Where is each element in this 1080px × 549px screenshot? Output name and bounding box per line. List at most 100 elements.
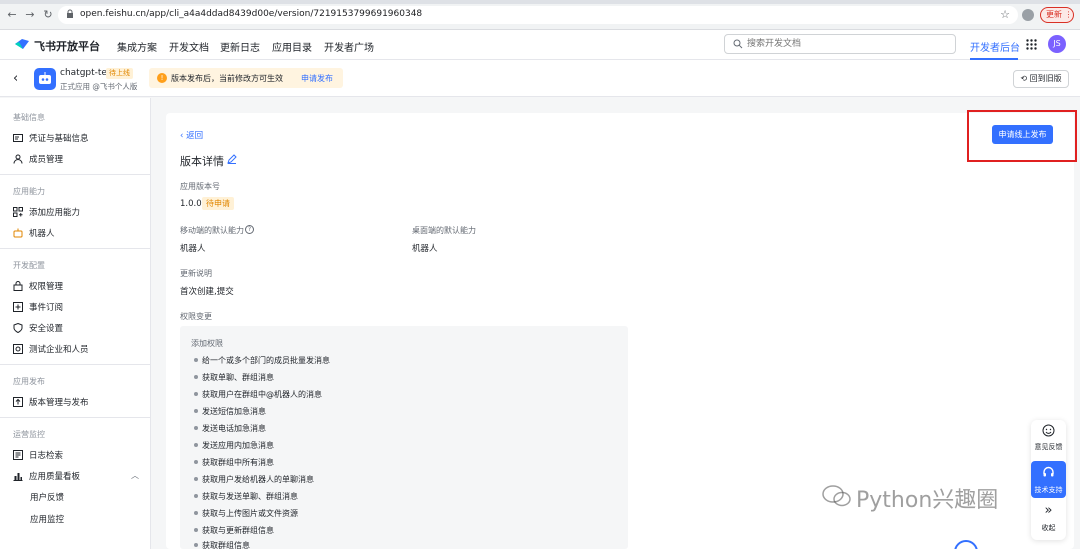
shield-icon — [13, 323, 23, 333]
back-arrow-icon[interactable]: ‹ — [13, 71, 18, 86]
desktop-capability-label: 桌面端的默认能力 — [412, 226, 476, 235]
forward-icon[interactable]: → — [24, 9, 36, 21]
release-notes-label: 更新说明 — [180, 269, 212, 278]
divider — [0, 417, 151, 418]
version-value: 1.0.0 — [180, 199, 202, 209]
apply-publish-link[interactable]: 申请发布 — [301, 73, 333, 84]
app-robot-icon — [34, 68, 56, 90]
back-link-label: 返回 — [186, 131, 204, 141]
browser-chrome: ← → ↻ open.feishu.cn/app/cli_a4a4ddad843… — [0, 0, 1080, 30]
sidebar-item-label: 安全设置 — [29, 324, 64, 334]
user-icon — [13, 154, 23, 164]
update-button[interactable]: 更新 ⋮ — [1040, 7, 1074, 23]
nav-developer-square[interactable]: 开发者广场 — [324, 39, 374, 54]
nav-docs[interactable]: 开发文档 — [169, 39, 209, 54]
permission-text: 获取用户发给机器人的单聊消息 — [202, 475, 314, 484]
search-input[interactable] — [747, 37, 947, 51]
added-permissions-title: 添加权限 — [191, 339, 223, 348]
highlight-annotation-box — [967, 110, 1077, 162]
nav-solutions[interactable]: 集成方案 — [117, 39, 157, 54]
sidebar-group-dev-config: 开发配置 — [13, 261, 45, 270]
sidebar-group-capabilities: 应用能力 — [13, 187, 45, 196]
publish-notice: ! 版本发布后，当前修改方可生效 申请发布 — [149, 68, 343, 88]
list-item: 获取单聊、群组消息 — [194, 372, 274, 383]
sidebar-group-ops: 运营监控 — [13, 430, 45, 439]
sidebar-subitem-monitoring[interactable]: 应用监控 — [30, 513, 64, 525]
event-icon — [13, 302, 23, 312]
chevron-up-icon[interactable]: ︿ — [131, 470, 139, 481]
feedback-button[interactable]: 意见反馈 — [1031, 442, 1066, 452]
version-label: 应用版本号 — [180, 182, 220, 191]
page-title: 版本详情 — [180, 155, 224, 168]
watermark-text: Python兴趣圈 — [856, 488, 999, 513]
list-item: 获取用户发给机器人的单聊消息 — [194, 474, 314, 485]
status-badge: 待上线 — [106, 68, 133, 79]
list-item: 获取与上传图片或文件资源 — [194, 508, 298, 519]
tab-strip — [0, 0, 1080, 4]
smile-icon — [1042, 424, 1055, 437]
permission-text: 获取群组信息 — [202, 541, 250, 549]
collapse-button[interactable]: 收起 — [1031, 523, 1066, 533]
old-version-label: 回到旧版 — [1029, 74, 1062, 83]
permission-text: 获取与上传图片或文件资源 — [202, 509, 298, 518]
permission-text: 发送应用内加急消息 — [202, 441, 274, 450]
feishu-logo-icon — [15, 39, 29, 49]
headset-icon — [1043, 466, 1054, 477]
edit-icon[interactable] — [227, 154, 237, 164]
upload-icon — [13, 397, 23, 407]
back-icon[interactable]: ← — [6, 9, 18, 21]
nav-changelog[interactable]: 更新日志 — [220, 39, 260, 54]
version-status-badge: 待申请 — [202, 197, 234, 210]
list-item: 发送电话加急消息 — [194, 423, 266, 434]
divider — [0, 174, 151, 175]
sidebar-item-label: 事件订阅 — [29, 303, 64, 313]
profile-icon[interactable] — [1022, 9, 1034, 21]
sidebar-item-label: 日志检索 — [29, 451, 64, 461]
sidebar-item-label: 添加应用能力 — [29, 208, 81, 218]
sidebar-subitem-feedback[interactable]: 用户反馈 — [30, 491, 64, 503]
permission-changes-label: 权限变更 — [180, 312, 212, 321]
tech-support-label: 技术支持 — [1034, 486, 1063, 494]
lock-icon — [13, 281, 23, 291]
app-type: 正式应用 @飞书个人版 — [60, 82, 138, 91]
notice-text: 版本发布后，当前修改方可生效 — [171, 74, 283, 83]
release-notes-value: 首次创建,提交 — [180, 287, 234, 297]
reload-icon[interactable]: ↻ — [42, 9, 54, 21]
old-version-button[interactable]: ⟲ 回到旧版 — [1013, 70, 1069, 88]
permission-text: 给一个或多个部门的成员批量发消息 — [202, 356, 330, 365]
permission-text: 获取群组中所有消息 — [202, 458, 274, 467]
mobile-capability-label: 移动端的默认能力 — [180, 226, 244, 235]
sidebar-item-label: 测试企业和人员 — [29, 345, 89, 355]
bookmark-star-icon[interactable]: ☆ — [1000, 8, 1010, 21]
permission-text: 获取与更新群组信息 — [202, 526, 274, 535]
update-label: 更新 — [1046, 10, 1062, 19]
sidebar-item-label: 凭证与基础信息 — [29, 134, 89, 144]
mobile-capability-value: 机器人 — [180, 244, 206, 254]
divider — [0, 364, 151, 365]
help-icon[interactable]: ? — [245, 225, 254, 234]
search-box[interactable] — [724, 34, 956, 54]
top-header: 飞书开放平台 集成方案 开发文档 更新日志 应用目录 开发者广场 开发者后台 J… — [0, 30, 1080, 60]
id-card-icon — [13, 134, 23, 142]
permission-text: 发送电话加急消息 — [202, 424, 266, 433]
user-avatar[interactable]: JS — [1048, 35, 1066, 53]
robot-icon — [13, 228, 23, 238]
log-icon — [13, 450, 23, 460]
list-item: 获取群组信息 — [194, 540, 250, 549]
dev-console-link[interactable]: 开发者后台 — [970, 39, 1020, 54]
list-item: 给一个或多个部门的成员批量发消息 — [194, 355, 330, 366]
desktop-capability-value: 机器人 — [412, 244, 438, 254]
double-chevron-right-icon[interactable]: » — [1031, 503, 1066, 518]
list-item: 获取用户在群组中@机器人的消息 — [194, 389, 322, 400]
tech-support-button[interactable]: 技术支持 — [1031, 461, 1066, 498]
brand-name[interactable]: 飞书开放平台 — [34, 38, 100, 54]
back-link[interactable]: ‹ 返回 — [180, 129, 203, 141]
list-item: 获取与发送单聊、群组消息 — [194, 491, 298, 502]
lock-icon — [67, 9, 73, 18]
permission-text: 获取单聊、群组消息 — [202, 373, 274, 382]
nav-app-directory[interactable]: 应用目录 — [272, 39, 312, 54]
address-bar[interactable]: open.feishu.cn/app/cli_a4a4ddad8439d00e/… — [58, 6, 1018, 24]
sidebar: 基础信息 凭证与基础信息 成员管理 应用能力 添加应用能力 机器人 开发配置 权… — [0, 98, 151, 549]
url-text: open.feishu.cn/app/cli_a4a4ddad8439d00e/… — [80, 9, 423, 19]
app-grid-icon[interactable] — [1026, 39, 1037, 50]
